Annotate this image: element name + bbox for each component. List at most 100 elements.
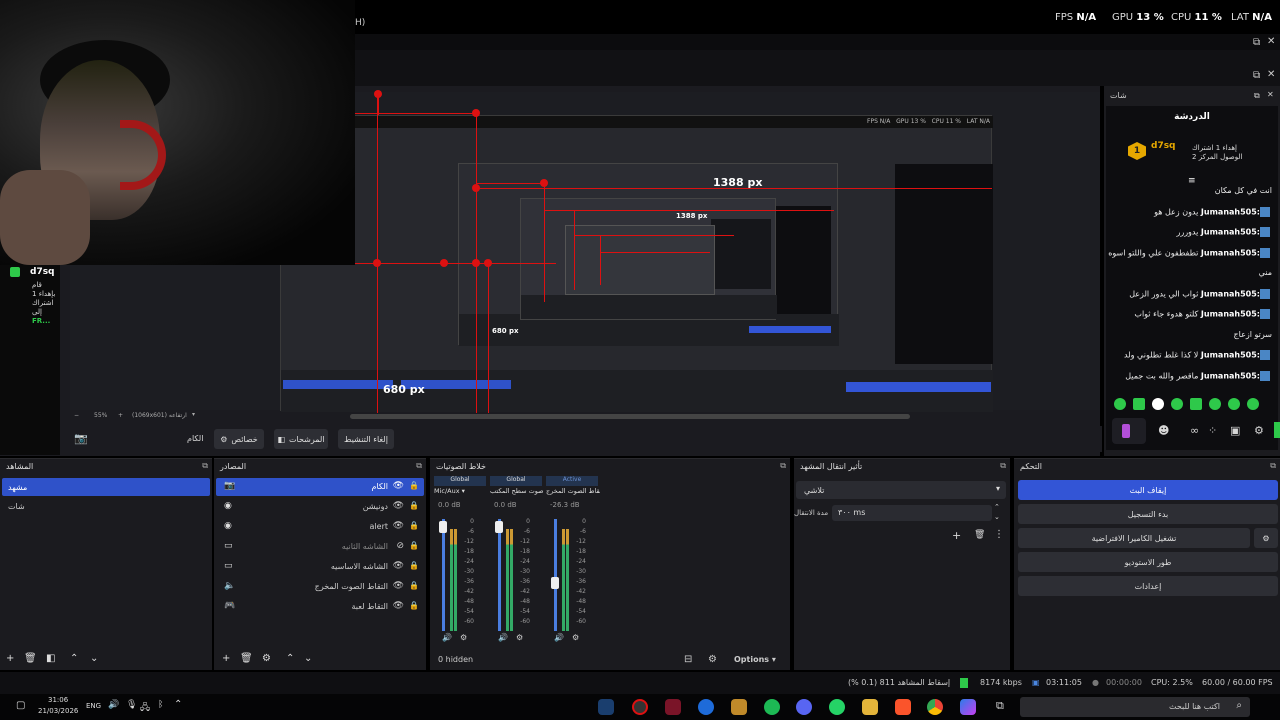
move-up-button[interactable]: ⌃	[70, 653, 78, 664]
emote-icon[interactable]	[1209, 398, 1221, 410]
eye-icon[interactable]: 👁	[393, 581, 404, 591]
transition-select[interactable]: تلاشي ▾	[796, 481, 1006, 499]
lock-icon[interactable]: 🔒	[409, 601, 419, 610]
move-down-button[interactable]: ⌄	[90, 653, 98, 664]
lock-icon[interactable]: 🔒	[409, 561, 419, 570]
app-icon[interactable]	[698, 699, 714, 715]
filters-button[interactable]: ◧ المرشحات	[274, 429, 328, 449]
speaker-icon[interactable]: 🔊	[442, 633, 452, 642]
chevron-up-icon[interactable]: ⌃	[174, 699, 182, 710]
chat-username[interactable]: Jumanah505:	[1201, 310, 1260, 319]
lock-icon[interactable]: 🔒	[409, 501, 419, 510]
lock-icon[interactable]: 🔒	[409, 581, 419, 590]
popout-icon[interactable]: ⧉	[416, 461, 422, 471]
lock-icon[interactable]: 🔒	[409, 541, 419, 550]
source-item[interactable]: 🎮 التقاط لعبة 👁 🔒	[216, 598, 424, 616]
obs-icon[interactable]	[632, 699, 648, 715]
chat-side-tab[interactable]	[1274, 422, 1280, 438]
add-scene-button[interactable]: +	[6, 653, 14, 664]
chat-username[interactable]: Jumanah505:	[1201, 207, 1260, 216]
popout-icon[interactable]: ⧉	[780, 461, 786, 471]
chat-username[interactable]: Jumanah505:	[1201, 371, 1260, 380]
eye-icon[interactable]: 👁	[393, 521, 404, 531]
popout-icon[interactable]: ⧉	[1253, 70, 1260, 81]
source-item[interactable]: 🔈 التقاط الصوت المخرج 👁 🔒	[216, 578, 424, 596]
gear-icon[interactable]: ⚙	[262, 653, 271, 664]
close-icon[interactable]: ✕	[1267, 36, 1275, 47]
spotify-icon[interactable]	[764, 699, 780, 715]
duration-stepper-down[interactable]: ⌄	[994, 513, 1000, 521]
eye-icon[interactable]: 👁	[393, 601, 404, 611]
eye-icon[interactable]: 👁	[393, 481, 404, 491]
channel-settings-icon[interactable]: ⚙	[516, 633, 523, 642]
popout-icon[interactable]: ⧉	[1254, 91, 1260, 101]
volume-fader[interactable]	[554, 519, 557, 631]
store-icon[interactable]: ▣	[1230, 424, 1240, 437]
deactivate-button[interactable]: إلغاء التنشيط	[338, 429, 394, 449]
source-item[interactable]: ▭ الشاشه الثانيه ⊘ 🔒	[216, 538, 424, 556]
brave-icon[interactable]	[895, 699, 911, 715]
close-icon[interactable]: ✕	[1267, 90, 1274, 99]
channel-name[interactable]: التقاط الصوت المخرج ▾	[546, 487, 600, 495]
popout-icon[interactable]: ⧉	[1253, 37, 1260, 48]
popout-icon[interactable]: ⧉	[1000, 461, 1006, 471]
move-down-button[interactable]: ⌄	[304, 653, 312, 664]
scene-item[interactable]: مشهد	[2, 478, 210, 496]
chat-username[interactable]: Jumanah505:	[1201, 228, 1260, 237]
preview-scrollbar[interactable]	[350, 414, 910, 419]
search-box[interactable]: اكتب هنا للبحث ⌕	[1020, 697, 1250, 717]
close-icon[interactable]: ✕	[1267, 69, 1275, 80]
virtual-camera-settings-button[interactable]: ⚙	[1254, 528, 1278, 548]
chat-input[interactable]	[1112, 418, 1146, 444]
steam-icon[interactable]	[598, 699, 614, 715]
eye-icon[interactable]: 👁	[393, 501, 404, 511]
emote-icon[interactable]	[1152, 398, 1164, 410]
zoom-in-button[interactable]: +	[118, 412, 123, 419]
pinned-icon[interactable]: ≡	[1188, 176, 1196, 186]
nodes-icon[interactable]: ⁘	[1208, 424, 1217, 437]
trash-icon[interactable]: 🗑	[24, 653, 37, 664]
whatsapp-icon[interactable]	[829, 699, 845, 715]
chrome-icon[interactable]	[927, 699, 943, 715]
zoom-out-button[interactable]: −	[74, 412, 79, 419]
advanced-audio-icon[interactable]: ⚙	[708, 654, 717, 665]
source-item[interactable]: ◉ alert 👁 🔒	[216, 518, 424, 536]
network-icon[interactable]: 🖧	[140, 700, 150, 716]
duration-stepper-up[interactable]: ⌃	[994, 503, 1000, 511]
muted-speaker-icon[interactable]: 🔊	[498, 633, 508, 642]
move-up-button[interactable]: ⌃	[286, 653, 294, 664]
popout-icon[interactable]: ⧉	[1270, 461, 1276, 471]
smile-icon[interactable]: ☻	[1158, 424, 1169, 437]
app-icon[interactable]	[731, 699, 747, 715]
layout-icon[interactable]: ⊟	[684, 654, 692, 665]
channel-settings-icon[interactable]: ⚙	[572, 633, 579, 642]
volume-fader[interactable]	[498, 519, 501, 631]
scene-item[interactable]: شات	[2, 497, 210, 515]
popout-icon[interactable]: ⧉	[202, 461, 208, 471]
trash-icon[interactable]: 🗑	[974, 530, 985, 540]
duration-input[interactable]: ٣٠٠ ms	[832, 505, 992, 521]
emote-icon[interactable]	[1133, 398, 1145, 410]
chat-username[interactable]: Jumanah505:	[1201, 248, 1260, 257]
volume-fader-handle[interactable]	[439, 520, 447, 533]
notification-icon[interactable]: ▢	[16, 700, 25, 711]
lock-icon[interactable]: 🔒	[409, 521, 419, 530]
properties-button[interactable]: ⚙ خصائص	[214, 429, 264, 449]
add-source-button[interactable]: +	[222, 653, 230, 664]
channel-name[interactable]: Mic/Aux ▾	[434, 487, 488, 495]
channel-name[interactable]: صوت سطح المكتب ▾	[490, 487, 544, 495]
trash-icon[interactable]: 🗑	[240, 653, 253, 664]
microphone-icon[interactable]: 🎙	[126, 700, 137, 710]
scene-filter-icon[interactable]: ◧	[46, 653, 55, 664]
infinity-icon[interactable]: ∞	[1190, 424, 1199, 437]
virtual-camera-button[interactable]: تشغيل الكاميرا الافتراضية	[1018, 528, 1250, 548]
channel-settings-icon[interactable]: ⚙	[460, 633, 467, 642]
volume-fader-handle[interactable]	[551, 576, 559, 589]
emote-icon[interactable]	[1228, 398, 1240, 410]
lock-icon[interactable]: 🔒	[409, 481, 419, 490]
folder-icon[interactable]	[862, 699, 878, 715]
bluetooth-icon[interactable]: ᛒ	[158, 700, 163, 710]
source-item[interactable]: 📷 الكام 👁 🔒	[216, 478, 424, 496]
volume-icon[interactable]: 🔊	[108, 700, 119, 710]
chevron-down-icon[interactable]: ▾	[192, 411, 195, 418]
